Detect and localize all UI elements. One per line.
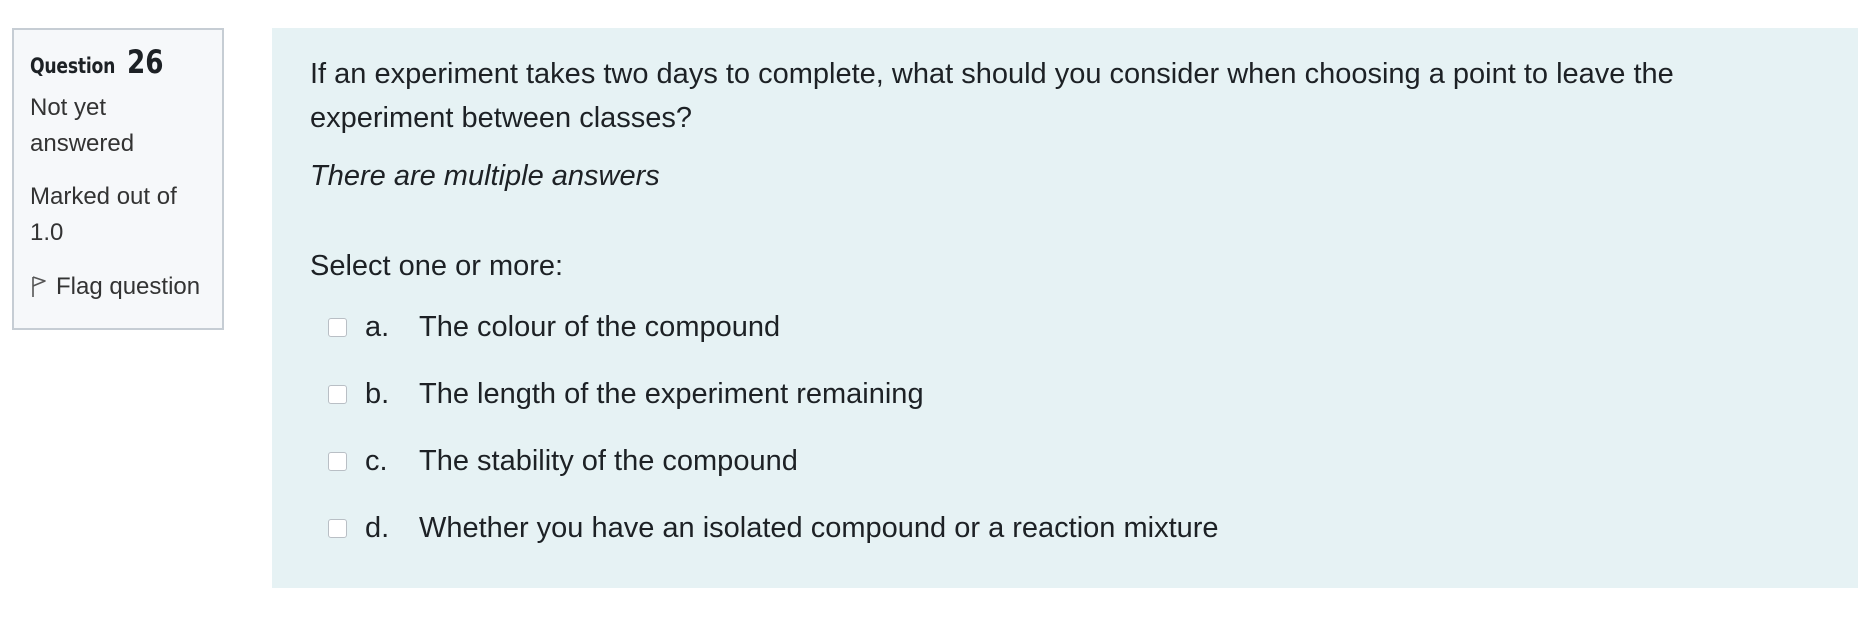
- question-hint: There are multiple answers: [310, 160, 660, 192]
- answer-letter: c.: [365, 445, 388, 477]
- flag-question-label: Flag question: [56, 272, 201, 300]
- answer-label[interactable]: The stability of the compound: [419, 445, 798, 478]
- question-heading: Question 26: [30, 44, 206, 80]
- answer-option-a[interactable]: a. The colour of the compound: [310, 294, 1820, 361]
- answer-letter: d.: [365, 512, 390, 544]
- question-info-panel: Question 26 Not yet answered Marked out …: [12, 28, 224, 330]
- answer-checkbox[interactable]: [328, 519, 347, 538]
- question-formulation: If an experiment takes two days to compl…: [272, 28, 1858, 588]
- answer-list: a. The colour of the compound b. The len…: [310, 294, 1820, 562]
- answer-checkbox[interactable]: [328, 385, 347, 404]
- answer-checkbox[interactable]: [328, 452, 347, 471]
- answer-option-b[interactable]: b. The length of the experiment remainin…: [310, 361, 1820, 428]
- answer-label[interactable]: Whether you have an isolated compound or…: [419, 512, 1219, 545]
- answer-label[interactable]: The colour of the compound: [419, 311, 780, 344]
- question-number: 26: [126, 43, 164, 81]
- answer-prompt: Select one or more:: [310, 250, 564, 282]
- question-state: Not yet answered: [30, 94, 135, 157]
- flag-icon: [30, 268, 56, 305]
- answer-checkbox[interactable]: [328, 318, 347, 337]
- question-word: Question: [30, 54, 116, 78]
- answer-option-c[interactable]: c. The stability of the compound: [310, 428, 1820, 495]
- answer-letter: b.: [365, 378, 390, 410]
- question-text: If an experiment takes two days to compl…: [310, 58, 1674, 134]
- answer-letter: a.: [365, 311, 390, 343]
- answer-option-d[interactable]: d. Whether you have an isolated compound…: [310, 495, 1820, 562]
- question-grade: Marked out of 1.0: [30, 183, 177, 246]
- flag-question-button[interactable]: Flag question: [30, 268, 206, 305]
- answer-label[interactable]: The length of the experiment remaining: [419, 378, 924, 411]
